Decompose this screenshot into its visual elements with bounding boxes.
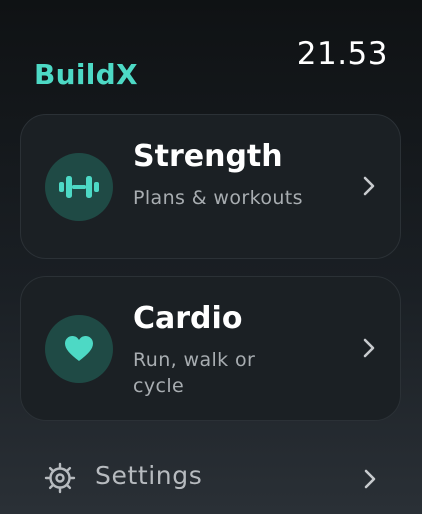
chevron-right-icon <box>363 338 375 358</box>
strength-icon-badge <box>45 153 113 221</box>
dumbbell-icon <box>59 176 99 198</box>
chevron-right-icon <box>363 176 375 196</box>
cardio-icon-badge <box>45 315 113 383</box>
settings-row[interactable]: Settings <box>20 446 401 508</box>
gear-icon <box>44 462 76 494</box>
cardio-title: Cardio <box>133 301 243 336</box>
strength-title: Strength <box>133 139 283 174</box>
heart-icon <box>65 336 93 361</box>
strength-card[interactable]: Strength Plans & workouts <box>20 114 401 259</box>
chevron-right-icon <box>364 469 376 489</box>
clock: 21.53 <box>296 36 388 72</box>
app-title: BuildX <box>34 58 138 91</box>
cardio-subtitle: Run, walk or cycle <box>133 349 256 397</box>
strength-subtitle: Plans & workouts <box>133 187 303 209</box>
cardio-card[interactable]: Cardio Run, walk or cycle <box>20 276 401 421</box>
settings-label: Settings <box>95 461 203 490</box>
